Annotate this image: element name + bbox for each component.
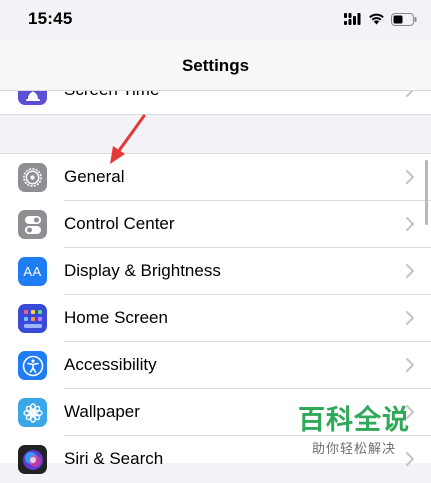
- chevron-right-icon: [406, 91, 414, 97]
- settings-row-accessibility[interactable]: Accessibility: [0, 342, 431, 389]
- scroll-indicator[interactable]: [425, 160, 428, 225]
- settings-row-screen-time[interactable]: Screen Time: [0, 91, 431, 114]
- hourglass-icon: [18, 91, 47, 105]
- settings-row-label: Accessibility: [64, 355, 157, 374]
- chevron-right-icon: [406, 358, 414, 372]
- flower-icon: [18, 398, 47, 427]
- red-arrow-icon: [110, 114, 146, 164]
- wifi-icon: [369, 13, 384, 25]
- settings-row-home-screen[interactable]: Home Screen: [0, 295, 431, 342]
- settings-row-label: Home Screen: [64, 308, 168, 327]
- settings-row-label: Screen Time: [64, 91, 159, 100]
- settings-row-display-brightness[interactable]: AA Display & Brightness: [0, 248, 431, 295]
- page-title: Settings: [181, 56, 250, 75]
- chevron-right-icon: [406, 170, 414, 184]
- chevron-right-icon: [406, 264, 414, 278]
- status-icons: [344, 11, 417, 27]
- cellular-signal-icon: [344, 13, 361, 25]
- chevron-right-icon: [406, 217, 414, 231]
- app-grid-icon: [18, 304, 47, 333]
- status-bar: 15:45: [0, 0, 431, 40]
- settings-row-label: Display & Brightness: [64, 261, 221, 280]
- chevron-right-icon: [406, 311, 414, 325]
- battery-icon: [391, 12, 417, 26]
- siri-icon: [18, 445, 47, 474]
- gear-icon: [18, 163, 47, 192]
- settings-row-label: Control Center: [64, 214, 175, 233]
- status-time: 15:45: [28, 9, 73, 28]
- toggles-icon: [18, 210, 47, 239]
- accessibility-icon: [18, 351, 47, 380]
- watermark-subtitle: 助你轻松解决: [312, 441, 397, 456]
- navigation-bar: Settings: [0, 40, 431, 91]
- watermark-title: 百科全说: [298, 405, 410, 435]
- settings-row-label: Siri & Search: [64, 449, 164, 468]
- settings-group-1: Screen Time: [0, 91, 431, 114]
- watermark: 百科全说 助你轻松解决: [298, 398, 426, 457]
- section-gap: [0, 114, 431, 154]
- settings-row-general[interactable]: General: [0, 154, 431, 201]
- settings-row-label: Wallpaper: [64, 402, 140, 421]
- text-size-icon-letters: AA: [23, 264, 42, 279]
- text-size-icon: AA: [18, 257, 47, 286]
- settings-row-control-center[interactable]: Control Center: [0, 201, 431, 248]
